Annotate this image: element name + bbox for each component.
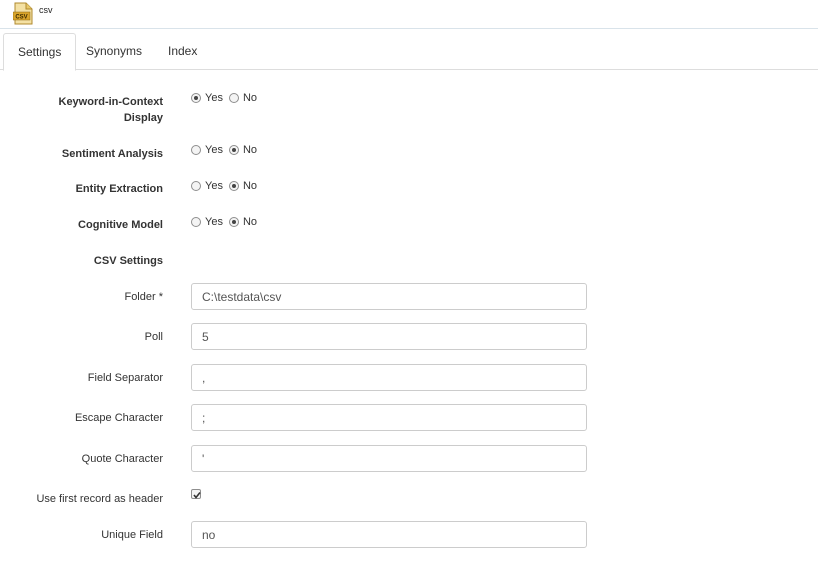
folder-label: Folder *: [124, 291, 163, 303]
cognitive-model-label: Cognitive Model: [78, 219, 163, 231]
cognitive-model-radio-group: Yes No: [191, 214, 263, 230]
tab-synonyms[interactable]: Synonyms: [72, 33, 156, 70]
cognitive-model-yes-option[interactable]: Yes: [191, 216, 223, 228]
unique-field-input[interactable]: [191, 521, 587, 548]
folder-input[interactable]: [191, 283, 587, 310]
svg-text:CSV: CSV: [15, 15, 27, 21]
entity-extraction-no-radio[interactable]: [228, 181, 239, 191]
keyword-in-context-no-radio[interactable]: [228, 93, 239, 103]
use-first-record-label: Use first record as header: [36, 493, 163, 505]
cognitive-model-yes-radio[interactable]: [191, 217, 201, 227]
entity-extraction-yes-radio[interactable]: [191, 181, 201, 191]
poll-input[interactable]: [191, 323, 587, 350]
entity-extraction-radio-group: Yes No: [191, 178, 263, 194]
quote-character-input[interactable]: [191, 445, 587, 472]
keyword-in-context-yes-option[interactable]: Yes: [191, 92, 223, 104]
window-title: csv: [39, 5, 53, 15]
field-separator-input[interactable]: [191, 364, 587, 391]
tab-bar: Settings Synonyms Index: [0, 33, 818, 71]
poll-label: Poll: [144, 331, 163, 343]
field-separator-label: Field Separator: [87, 372, 163, 384]
csv-settings-heading: CSV Settings: [93, 255, 163, 267]
keyword-in-context-yes-radio[interactable]: [191, 93, 201, 103]
sentiment-analysis-yes-option[interactable]: Yes: [191, 144, 223, 156]
keyword-in-context-no-option[interactable]: No: [228, 92, 257, 104]
sentiment-analysis-no-option[interactable]: No: [228, 144, 257, 156]
sentiment-analysis-no-radio[interactable]: [228, 145, 239, 155]
entity-extraction-label: Entity Extraction: [75, 183, 163, 195]
sentiment-analysis-label: Sentiment Analysis: [61, 148, 163, 160]
sentiment-analysis-yes-radio[interactable]: [191, 145, 201, 155]
unique-field-label: Unique Field: [101, 529, 163, 541]
keyword-in-context-radio-group: Yes No: [191, 90, 263, 106]
escape-character-label: Escape Character: [74, 412, 163, 424]
checkmark-icon: [193, 492, 201, 499]
csv-file-icon: CSV: [13, 2, 33, 25]
title-bar: CSV csv: [0, 0, 818, 29]
cognitive-model-no-radio[interactable]: [228, 217, 239, 227]
entity-extraction-yes-option[interactable]: Yes: [191, 180, 223, 192]
tab-settings[interactable]: Settings: [3, 33, 77, 71]
escape-character-input[interactable]: [191, 404, 587, 431]
entity-extraction-no-option[interactable]: No: [228, 180, 257, 192]
tab-index[interactable]: Index: [154, 33, 211, 70]
cognitive-model-no-option[interactable]: No: [228, 216, 257, 228]
sentiment-analysis-radio-group: Yes No: [191, 142, 263, 158]
use-first-record-checkbox[interactable]: [191, 489, 201, 499]
keyword-in-context-label: Keyword-in-Context Display: [58, 96, 164, 124]
quote-character-label: Quote Character: [81, 453, 163, 465]
